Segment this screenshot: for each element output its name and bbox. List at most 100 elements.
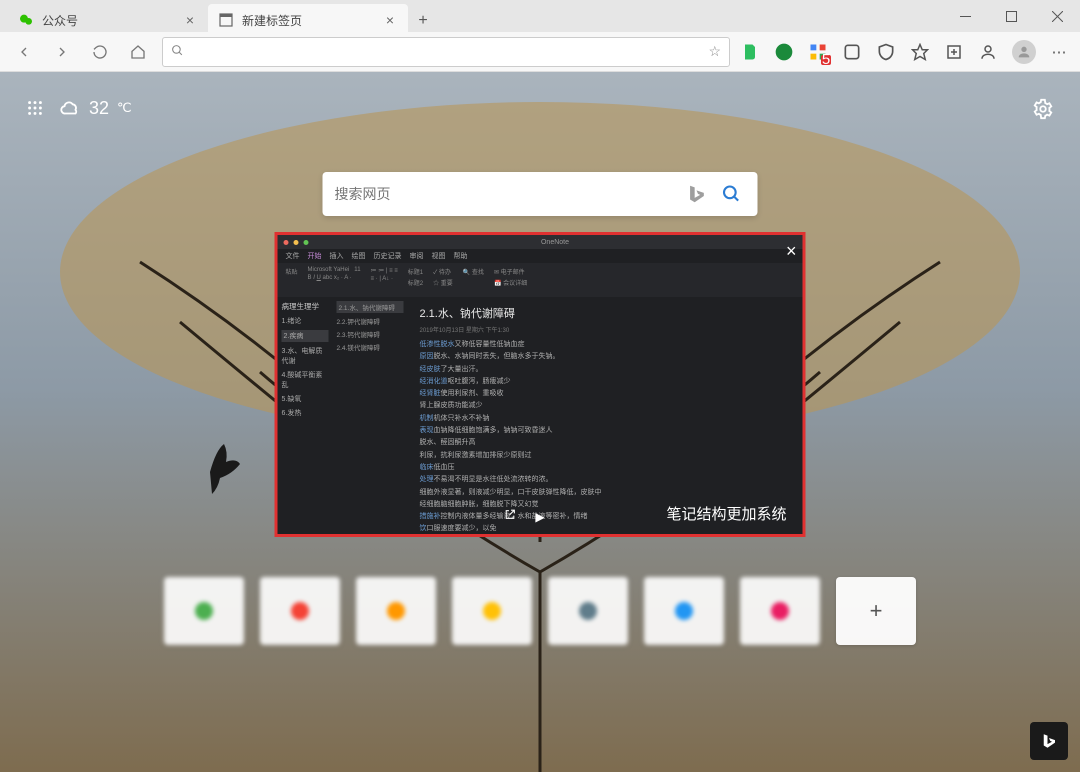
- back-button[interactable]: [10, 38, 38, 66]
- onenote-ribbon-tabs: 文件 开始 插入 绘图 历史记录 审阅 视图 帮助: [278, 249, 803, 263]
- mac-max-icon: [304, 240, 309, 245]
- search-submit-icon[interactable]: [718, 180, 746, 208]
- page-item: 2.1.水、钠代谢障碍: [337, 301, 404, 313]
- tab-label: 公众号: [42, 12, 174, 29]
- onenote-title: OneNote: [314, 239, 797, 246]
- note-line: 临床低血压: [420, 463, 791, 473]
- section-item: 5.缺氧: [282, 394, 329, 404]
- quick-links-row: +: [164, 577, 916, 645]
- page-icon: [218, 12, 234, 28]
- ribbon-tab: 绘图: [352, 251, 366, 261]
- address-input[interactable]: [190, 44, 702, 59]
- ribbon-tab: 审阅: [410, 251, 424, 261]
- favorite-icon[interactable]: ☆: [708, 43, 721, 60]
- ribbon-tab: 帮助: [454, 251, 468, 261]
- maximize-button[interactable]: [988, 0, 1034, 32]
- note-line: 机制机体只补水不补钠: [420, 414, 791, 424]
- home-button[interactable]: [124, 38, 152, 66]
- quicklink-tile[interactable]: [164, 577, 244, 645]
- refresh-button[interactable]: [86, 38, 114, 66]
- section-item: 6.发热: [282, 408, 329, 418]
- note-line: 细胞外液显著，则液减少明显，⼝⼲⽪肤弹性降低，皮肤中: [420, 488, 791, 498]
- extension-badge: 5: [821, 55, 831, 65]
- bing-icon: [686, 183, 708, 205]
- note-line: 处理不易渴不明显是水往低处流浓转的浓。: [420, 475, 791, 485]
- extension-grid-icon[interactable]: 5: [808, 42, 828, 62]
- search-icon: [171, 44, 184, 60]
- promo-overlay: × OneNote 文件 开始 插入 绘图 历史记录 审阅 视图 帮助 粘贴 M…: [275, 232, 806, 537]
- page-title: 2.1.水、钠代谢障碍: [420, 305, 791, 321]
- tab-strip: 公众号 × 新建标签页 × +: [0, 0, 940, 36]
- bing-corner-button[interactable]: [1030, 722, 1068, 760]
- ribbon-tab: 历史记录: [374, 251, 402, 261]
- quicklink-tile[interactable]: [644, 577, 724, 645]
- note-line: 利尿，抗利尿激素增加排尿少原则过: [420, 451, 791, 461]
- notebook-name: 病理生理学: [282, 301, 329, 312]
- temperature-unit: ℃: [117, 100, 132, 116]
- wechat-icon: [18, 12, 34, 28]
- ribbon-tab: 视图: [432, 251, 446, 261]
- menu-button[interactable]: ⋯: [1050, 42, 1070, 62]
- personal-button[interactable]: [978, 42, 998, 62]
- onenote-page-content: 2.1.水、钠代谢障碍 2019年10月13日 星期六 下午1:30 低渗性脱水…: [408, 297, 803, 534]
- quicklink-tile[interactable]: [356, 577, 436, 645]
- close-window-button[interactable]: [1034, 0, 1080, 32]
- ribbon-tab: 插入: [330, 251, 344, 261]
- overlay-caption: 笔记结构更加系统: [666, 503, 786, 524]
- note-line: 低渗性脱水又称低容量性低钠血症: [420, 340, 791, 350]
- page-item: 2.3.钙代谢障碍: [337, 329, 404, 339]
- mac-min-icon: [294, 240, 299, 245]
- section-item: 1.绪论: [282, 316, 329, 326]
- tab-label: 新建标签页: [242, 12, 374, 29]
- section-item: 2.疾病: [282, 330, 329, 342]
- onenote-section-list: 病理生理学 1.绪论 2.疾病 3.水、电解质代谢 4.酸碱平衡紊乱 5.缺氧 …: [278, 297, 333, 534]
- note-line: 原因脱水、水钠同时丢失，但脑水多于失钠。: [420, 352, 791, 362]
- evernote-icon[interactable]: [740, 42, 760, 62]
- note-line: 脱水、醛固酮升高: [420, 438, 791, 448]
- onenote-ribbon: 粘贴 Microsoft YaHei 11B I U abc x₂ · A · …: [278, 263, 803, 297]
- extension-shield-icon[interactable]: [876, 42, 896, 62]
- onenote-titlebar: OneNote: [278, 235, 803, 249]
- profile-avatar[interactable]: [1012, 40, 1036, 64]
- quicklink-tile[interactable]: [740, 577, 820, 645]
- quicklink-tile[interactable]: [452, 577, 532, 645]
- quicklink-tile[interactable]: [260, 577, 340, 645]
- settings-gear-icon[interactable]: [1031, 97, 1055, 121]
- extension-row: 5 ⋯: [740, 40, 1070, 64]
- note-line: 经皮肤了⼤量出汗。: [420, 365, 791, 375]
- extension-bookmark-icon[interactable]: [842, 42, 862, 62]
- ntp-search-input[interactable]: [335, 186, 686, 202]
- add-quicklink-button[interactable]: +: [836, 577, 916, 645]
- extension-green-icon[interactable]: [774, 42, 794, 62]
- onenote-page-list: 2.1.水、钠代谢障碍 2.2.钾代谢障碍 2.3.钙代谢障碍 2.4.镁代谢障…: [333, 297, 408, 534]
- favorites-button[interactable]: [910, 42, 930, 62]
- mac-close-icon: [284, 240, 289, 245]
- overlay-close-button[interactable]: ×: [786, 241, 797, 262]
- section-item: 4.酸碱平衡紊乱: [282, 370, 329, 390]
- ntp-search-box[interactable]: [323, 172, 758, 216]
- collections-button[interactable]: [944, 42, 964, 62]
- open-external-icon[interactable]: [503, 508, 516, 524]
- weather-widget[interactable]: 32 ℃: [59, 97, 132, 119]
- minimize-button[interactable]: [942, 0, 988, 32]
- new-tab-page: 32 ℃ × OneNote 文件 开始 插入 绘图 历史记录 审阅 视图 帮助: [0, 72, 1080, 772]
- apps-grid-icon[interactable]: [25, 98, 45, 118]
- section-item: 3.水、电解质代谢: [282, 346, 329, 366]
- forward-button[interactable]: [48, 38, 76, 66]
- close-icon[interactable]: ×: [182, 12, 198, 28]
- note-line: 经消化道呕吐腹泻，肠瘘减少: [420, 377, 791, 387]
- ntp-top-left: 32 ℃: [25, 97, 132, 119]
- temperature-value: 32: [89, 98, 109, 119]
- note-line: 肾上腺皮质功能减少: [420, 401, 791, 411]
- quicklink-tile[interactable]: [548, 577, 628, 645]
- close-icon[interactable]: ×: [382, 12, 398, 28]
- ribbon-tab: 开始: [308, 251, 322, 261]
- note-line: 经肾脏使用利尿剂、重吸收: [420, 389, 791, 399]
- address-bar[interactable]: ☆: [162, 37, 730, 67]
- page-item: 2.2.钾代谢障碍: [337, 316, 404, 326]
- browser-toolbar: ☆ 5 ⋯: [0, 32, 1080, 72]
- ribbon-tab: 文件: [286, 251, 300, 261]
- page-item: 2.4.镁代谢障碍: [337, 342, 404, 352]
- play-icon[interactable]: ▶: [535, 510, 544, 524]
- note-line: 表现⾎钠降低细胞饱满多，钠钠可致昏迷人: [420, 426, 791, 436]
